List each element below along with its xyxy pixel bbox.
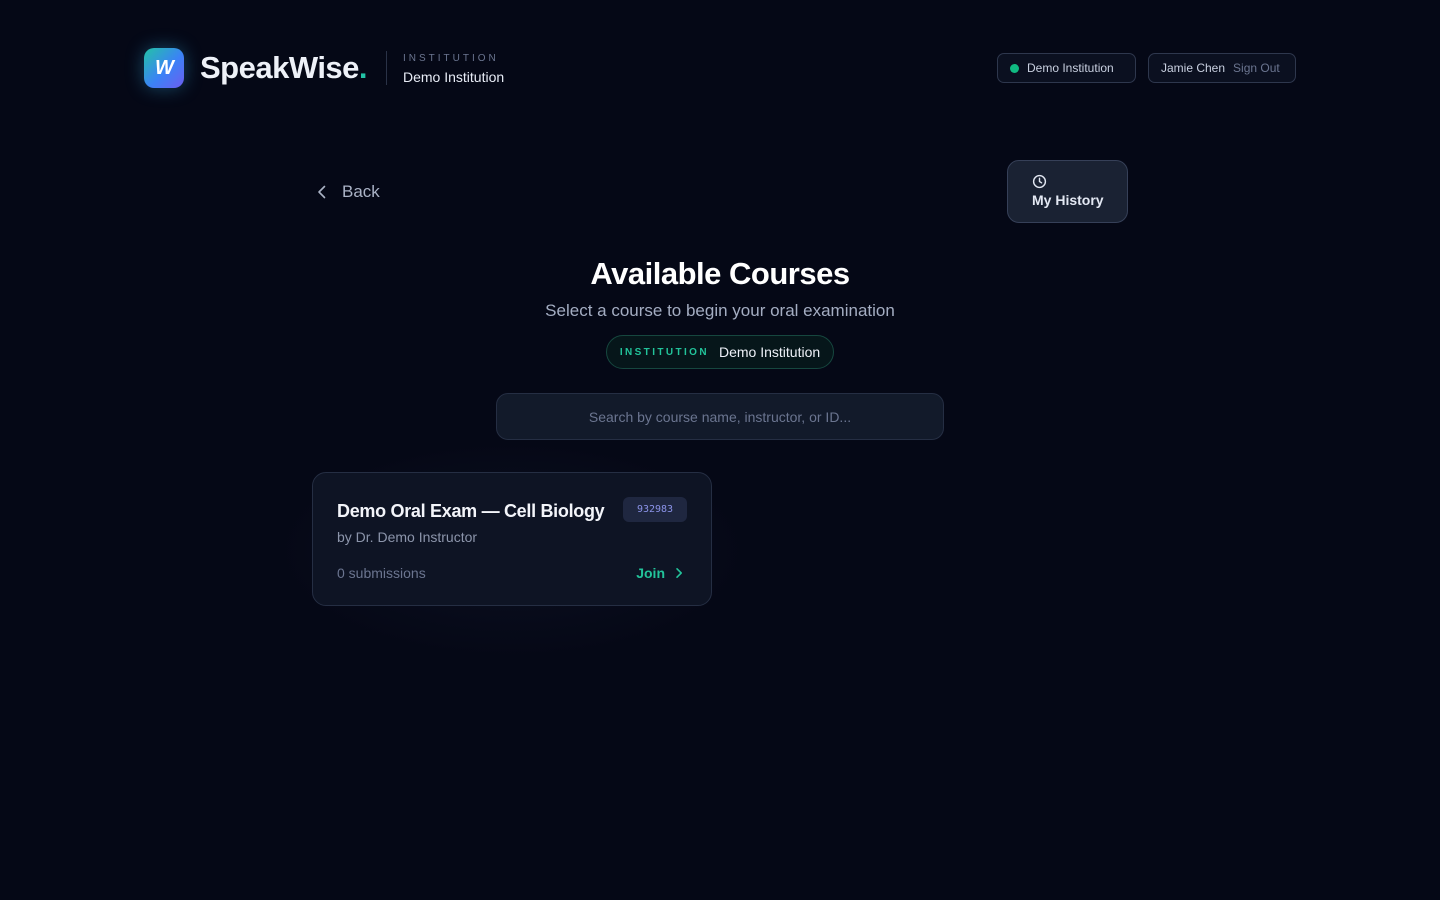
course-id-badge: 932983	[623, 497, 687, 522]
course-submissions: 0 submissions	[337, 565, 426, 581]
chevron-right-icon	[676, 568, 682, 578]
user-pill: Jamie Chen Sign Out	[1148, 53, 1296, 83]
my-history-button[interactable]: My History	[1007, 160, 1128, 223]
header-divider	[386, 51, 387, 85]
page-title: Available Courses	[590, 256, 850, 291]
back-label: Back	[342, 182, 380, 201]
page-subtitle: Select a course to begin your oral exami…	[545, 301, 895, 320]
my-history-label: My History	[1032, 192, 1104, 208]
logo-letter: W	[155, 56, 174, 79]
brand-text: SpeakWise	[200, 50, 359, 85]
join-course-button[interactable]: Join	[636, 562, 685, 584]
back-button[interactable]: Back	[314, 180, 380, 204]
brand-name[interactable]: SpeakWise.	[200, 50, 368, 86]
brand-dot: .	[358, 50, 368, 85]
logo-icon[interactable]: W	[144, 48, 184, 88]
status-dot-icon	[1010, 63, 1019, 73]
institution-status-pill[interactable]: Demo Institution	[997, 53, 1136, 83]
institution-chip-label: INSTITUTION	[619, 346, 709, 358]
course-instructor: by Dr. Demo Instructor	[337, 529, 478, 545]
page: W SpeakWise. INSTITUTION Demo Institutio…	[0, 0, 1440, 900]
institution-chip: INSTITUTION Demo Institution	[606, 335, 834, 369]
clock-icon	[1032, 174, 1047, 189]
course-title: Demo Oral Exam — Cell Biology	[337, 501, 605, 521]
course-card[interactable]: Demo Oral Exam — Cell Biology 932983 by …	[312, 472, 712, 606]
course-search-input[interactable]	[496, 393, 944, 440]
institution-name: Demo Institution	[403, 69, 505, 85]
institution-label: INSTITUTION	[403, 53, 499, 64]
user-name: Jamie Chen	[1161, 61, 1226, 75]
sign-out-button[interactable]: Sign Out	[1233, 61, 1280, 75]
institution-chip-value: Demo Institution	[719, 344, 821, 360]
chevron-left-icon	[318, 185, 326, 199]
join-label: Join	[636, 565, 665, 581]
institution-status-label: Demo Institution	[1027, 61, 1114, 75]
